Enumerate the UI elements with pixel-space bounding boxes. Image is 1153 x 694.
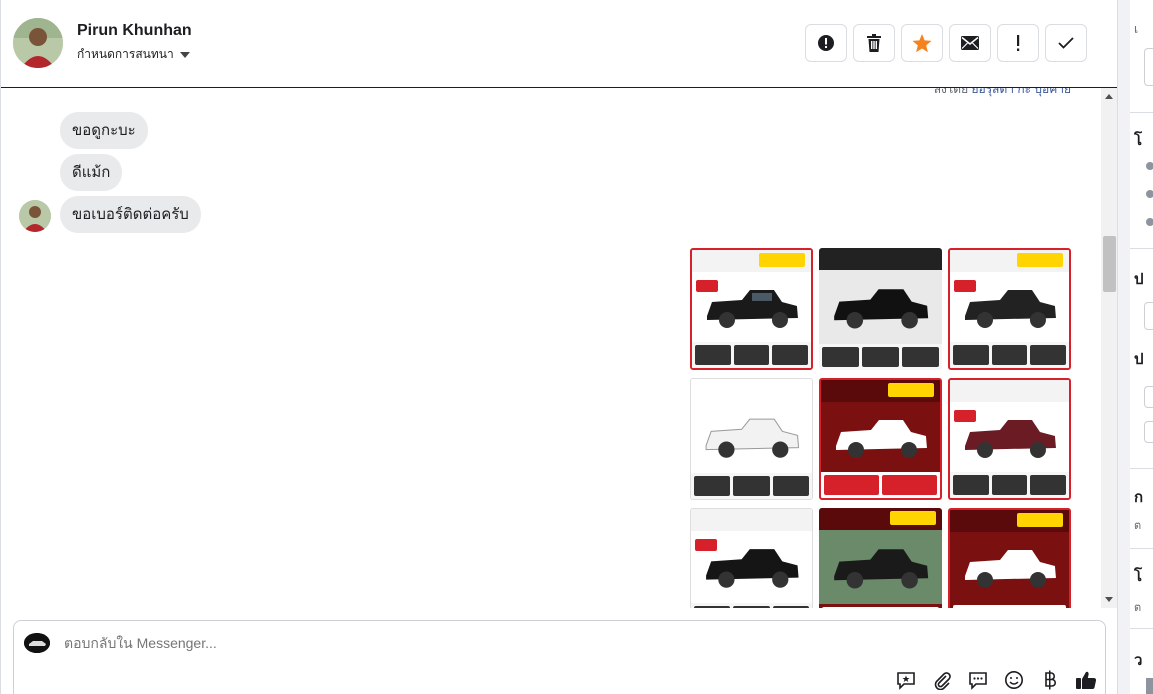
reply-composer	[13, 620, 1106, 694]
check-icon	[1058, 37, 1074, 49]
pickup-truck-image	[964, 549, 1056, 588]
panel-heading: โ	[1134, 568, 1143, 585]
message-list[interactable]: ลงโดย ยอรุสดา กะ บุอคาย ขอดูกะบะ ดีแม้ก …	[1, 88, 1101, 608]
panel-input[interactable]	[1144, 302, 1153, 330]
header-actions	[805, 24, 1087, 62]
conversation-assign-dropdown[interactable]: กำหนดการสนทนา	[77, 45, 190, 64]
mark-unread-button[interactable]	[949, 24, 991, 62]
panel-subtext: ต	[1134, 520, 1142, 532]
scroll-thumb[interactable]	[1103, 236, 1116, 292]
location-icon	[1146, 218, 1153, 226]
car-image[interactable]	[948, 248, 1071, 370]
alert-circle-icon	[818, 35, 834, 51]
follow-up-button[interactable]	[997, 24, 1039, 62]
star-icon	[912, 33, 932, 52]
panel-heading: โ	[1134, 132, 1143, 149]
saved-reply-icon[interactable]	[895, 669, 917, 691]
scroll-down-arrow-icon[interactable]	[1105, 597, 1113, 602]
car-image[interactable]	[690, 378, 813, 500]
attachment-icon[interactable]	[931, 669, 953, 691]
seen-prefix: ลงโดย	[933, 88, 969, 96]
message-bubble[interactable]: ดีแม้ก	[60, 154, 123, 191]
panel-heading: ว	[1134, 652, 1143, 669]
composer-tools	[895, 669, 1097, 691]
car-image[interactable]	[819, 248, 942, 370]
contact-name[interactable]: Pirun Khunhan	[77, 22, 192, 40]
message-bubble[interactable]: ขอดูกะบะ	[60, 112, 148, 149]
conversation-header: Pirun Khunhan กำหนดการสนทนา	[1, 0, 1118, 88]
car-image[interactable]	[690, 508, 813, 608]
conversation-pane: Pirun Khunhan กำหนดการสนทนา ลงโดย ยอรุสด…	[0, 0, 1118, 694]
panel-heading: ก	[1134, 489, 1144, 506]
pickup-truck-image	[705, 418, 799, 458]
envelope-icon	[961, 36, 979, 50]
reply-input[interactable]	[64, 635, 664, 651]
car-image[interactable]	[948, 378, 1071, 500]
image-grid	[690, 248, 1071, 608]
car-image[interactable]	[948, 508, 1071, 608]
panel-checkbox[interactable]	[1144, 421, 1153, 443]
panel-heading: ป	[1134, 351, 1144, 368]
pickup-truck-image	[833, 548, 929, 589]
contact-avatar[interactable]	[13, 18, 63, 68]
conversation-assign-label: กำหนดการสนทนา	[77, 47, 174, 61]
emoji-icon[interactable]	[1003, 669, 1025, 691]
panel-checkbox[interactable]	[1144, 386, 1153, 408]
panel-block	[1146, 678, 1153, 694]
seen-indicator: ลงโดย ยอรุสดา กะ บุอคาย	[934, 88, 1071, 99]
location-icon	[1146, 190, 1153, 198]
pickup-truck-image	[835, 419, 927, 458]
sender-avatar[interactable]	[19, 200, 51, 232]
baht-icon[interactable]	[1039, 669, 1061, 691]
panel-heading: ป	[1134, 271, 1144, 288]
car-image[interactable]	[819, 508, 942, 608]
exclamation-icon	[1017, 35, 1020, 51]
panel-input[interactable]	[1144, 48, 1153, 86]
clock-icon	[1146, 162, 1153, 170]
message-scrollbar[interactable]	[1101, 88, 1118, 608]
delete-button[interactable]	[853, 24, 895, 62]
scroll-up-arrow-icon[interactable]	[1105, 94, 1113, 99]
trash-icon	[867, 34, 881, 52]
thumbs-up-icon[interactable]	[1075, 669, 1097, 691]
chat-bubble-icon[interactable]	[967, 669, 989, 691]
caret-down-icon	[179, 51, 190, 58]
pickup-truck-image	[833, 288, 929, 329]
car-image[interactable]	[690, 248, 813, 370]
message-bubble[interactable]: ขอเบอร์ติดต่อครับ	[60, 196, 201, 233]
app: Pirun Khunhan กำหนดการสนทนา ลงโดย ยอรุสด…	[0, 0, 1153, 694]
panel-text: เ	[1134, 22, 1139, 36]
panel-subtext: ต	[1134, 602, 1142, 614]
mark-done-button[interactable]	[1045, 24, 1087, 62]
star-button[interactable]	[901, 24, 943, 62]
customer-details-panel: เ โ ป ป ก ต โ ต ว	[1117, 0, 1153, 694]
car-image[interactable]	[819, 378, 942, 500]
spam-button[interactable]	[805, 24, 847, 62]
page-avatar	[24, 633, 50, 653]
seen-link[interactable]: ยอรุสดา กะ บุอคาย	[971, 88, 1071, 96]
